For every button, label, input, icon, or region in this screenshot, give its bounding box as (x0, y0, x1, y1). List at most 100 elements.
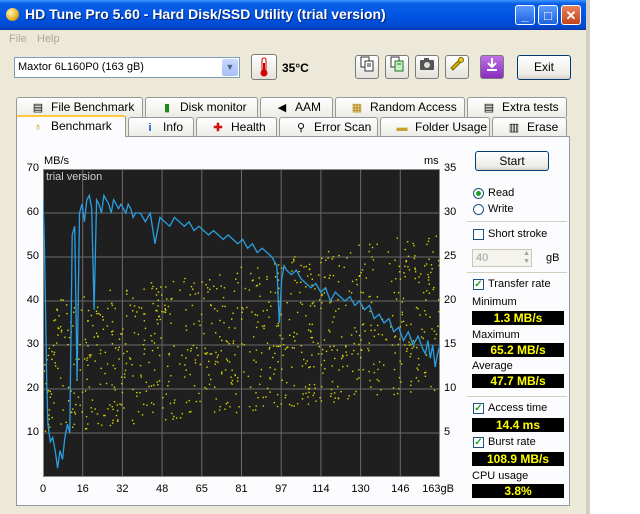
access-time-point (318, 299, 321, 301)
access-time-point (170, 322, 172, 324)
access-time-point (188, 411, 191, 413)
access-time-point (301, 303, 304, 305)
burst-rate-checkbox[interactable]: ✓ (473, 437, 484, 448)
access-time-point (193, 323, 195, 325)
access-time-point (337, 308, 340, 310)
options-icon (449, 57, 465, 75)
access-time-point (123, 407, 125, 409)
copy-info-button[interactable] (385, 55, 409, 79)
short-stroke-input[interactable]: 40 ▲ ▼ (472, 249, 532, 267)
access-time-point (351, 280, 354, 283)
save-button[interactable] (480, 55, 504, 79)
access-time-point (277, 324, 280, 327)
access-time-point (387, 251, 389, 253)
copy-text-icon (359, 56, 375, 75)
short-stroke-checkbox[interactable] (473, 229, 484, 240)
access-time-point (346, 354, 348, 357)
access-time-point (237, 346, 239, 348)
screenshot-button[interactable] (415, 55, 439, 79)
access-time-point (345, 345, 347, 347)
write-radio[interactable] (473, 204, 484, 215)
access-time-point (48, 414, 50, 416)
menu-file[interactable]: File (9, 33, 27, 45)
access-time-point (90, 407, 92, 409)
access-time-point (57, 327, 59, 329)
access-time-point (291, 261, 293, 264)
access-time-point (426, 243, 428, 246)
access-time-point (394, 259, 396, 261)
tab-random-access[interactable]: ▦ Random Access (335, 97, 465, 117)
access-time-point (183, 376, 186, 378)
chevron-down-icon[interactable]: ▼ (222, 59, 238, 76)
spinner-arrows-icon[interactable]: ▲ ▼ (523, 250, 530, 266)
start-button[interactable]: Start (475, 151, 549, 171)
access-time-point (282, 344, 285, 346)
access-time-point (143, 339, 146, 342)
tab-disk-monitor[interactable]: ▮ Disk monitor (145, 97, 258, 117)
x-tick-label: 146 (391, 483, 410, 495)
drive-select[interactable]: Maxtor 6L160P0 (163 gB) ▼ (14, 57, 240, 78)
access-time-point (334, 357, 336, 360)
maximize-button[interactable]: □ (538, 5, 558, 25)
title-bar[interactable]: HD Tune Pro 5.60 - Hard Disk/SSD Utility… (0, 0, 586, 30)
access-time-point (85, 415, 88, 418)
menu-help[interactable]: Help (37, 33, 60, 45)
tab-folder-usage[interactable]: ▬ Folder Usage (380, 117, 490, 137)
access-time-point (157, 322, 159, 325)
access-time-point (353, 393, 356, 395)
access-time-point (114, 389, 116, 391)
access-time-point (109, 289, 111, 292)
access-time-point (291, 347, 294, 349)
close-button[interactable]: ✕ (561, 5, 581, 25)
access-time-checkbox[interactable]: ✓ (473, 403, 484, 414)
access-time-point (329, 345, 331, 348)
access-time-point (370, 324, 372, 327)
tab-extra-tests[interactable]: ▤ Extra tests (467, 97, 567, 117)
access-time-point (209, 353, 211, 355)
access-time-point (205, 283, 207, 286)
access-time-point (262, 396, 264, 399)
access-time-point (123, 376, 126, 379)
access-time-point (116, 404, 119, 406)
info-icon: i (148, 122, 152, 134)
options-button[interactable] (445, 55, 469, 79)
tab-error-scan[interactable]: ⚲ Error Scan (279, 117, 378, 137)
access-time-point (398, 376, 401, 379)
access-time-point (434, 337, 436, 340)
access-time-point (54, 319, 57, 321)
minimize-button[interactable]: _ (515, 5, 535, 25)
access-time-point (190, 410, 192, 413)
access-time-point (380, 389, 382, 391)
read-radio[interactable] (473, 188, 484, 199)
access-time-point (240, 318, 243, 320)
tab-label: Benchmark (51, 119, 112, 133)
x-tick-label: 97 (275, 483, 288, 495)
access-time-point (234, 374, 236, 376)
access-time-point (204, 347, 206, 349)
access-time-point (138, 306, 140, 309)
access-time-point (210, 304, 212, 307)
access-time-point (411, 347, 413, 350)
tab-health[interactable]: ✚ Health (196, 117, 277, 137)
tab-erase[interactable]: ▥ Erase (492, 117, 567, 137)
transfer-rate-checkbox[interactable]: ✓ (473, 279, 484, 290)
tab-file-benchmark[interactable]: ▤ File Benchmark (16, 97, 143, 117)
access-time-point (106, 363, 109, 365)
trash-icon: ▥ (508, 122, 520, 134)
tab-info[interactable]: i Info (128, 117, 194, 137)
access-time-point (412, 242, 414, 245)
access-time-point (385, 339, 388, 341)
access-time-point (438, 264, 440, 267)
access-time-point (331, 258, 333, 260)
exit-button[interactable]: Exit (517, 55, 571, 80)
access-time-point (52, 344, 55, 347)
copy-text-button[interactable] (355, 55, 379, 79)
access-time-point (305, 315, 307, 317)
tab-benchmark[interactable]: ♁ Benchmark (16, 115, 126, 137)
access-time-point (201, 281, 203, 283)
access-time-point (117, 419, 119, 421)
camera-icon (419, 58, 435, 75)
access-time-point (281, 379, 283, 381)
tab-aam[interactable]: ◀ AAM (260, 97, 333, 117)
maximum-label: Maximum (472, 329, 520, 341)
